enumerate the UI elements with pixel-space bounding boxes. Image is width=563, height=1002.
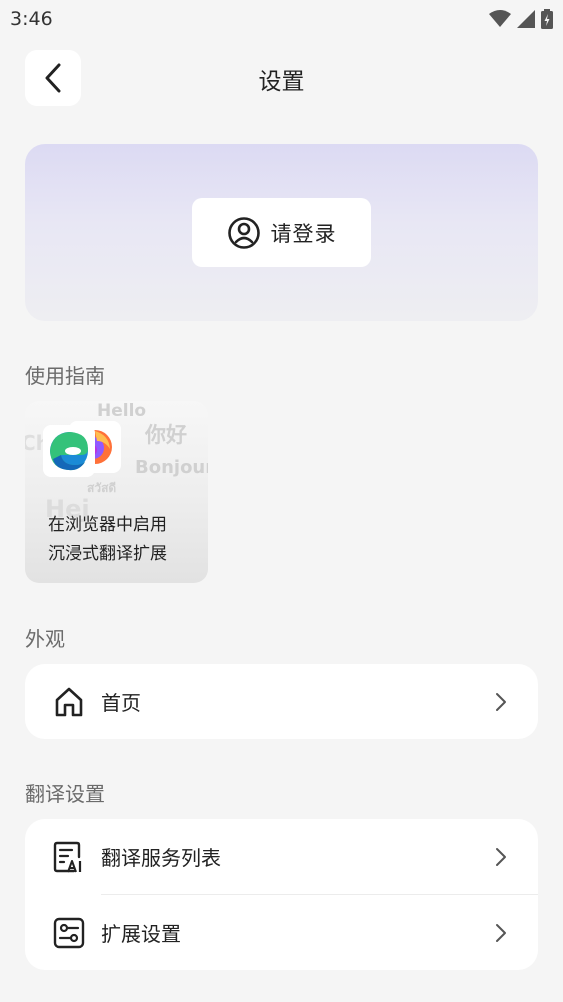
browser-icons: [43, 421, 123, 477]
chevron-right-icon: [496, 847, 506, 866]
wifi-icon: [489, 10, 511, 27]
battery-icon: [541, 9, 553, 29]
login-card: 请登录: [25, 144, 538, 321]
bg-word-hello: Hello: [97, 401, 147, 421]
edge-icon: [43, 425, 95, 477]
section-title-translation: 翻译设置: [25, 782, 105, 806]
guide-text-line2: 沉浸式翻译扩展: [48, 544, 167, 564]
bg-word-thai: สวัสดี: [87, 481, 117, 495]
login-label: 请登录: [270, 221, 337, 246]
ai-document-icon: [52, 840, 86, 874]
guide-text: 在浏览器中启用 沉浸式翻译扩展: [48, 511, 167, 569]
list-item-home[interactable]: 首页: [25, 664, 538, 739]
status-bar: 3:46: [0, 0, 563, 38]
bg-word-bonjour: Bonjour: [135, 457, 208, 478]
list-item-extension-settings[interactable]: 扩展设置: [25, 895, 538, 970]
list-item-translation-services[interactable]: 翻译服务列表: [25, 819, 538, 894]
list-item-label-extension-settings: 扩展设置: [101, 922, 181, 946]
page-title: 设置: [258, 69, 305, 95]
guide-card[interactable]: Hello 你好 Bonjour สวัสดี Hej Ch 在浏览器中启用 沉…: [25, 401, 208, 583]
chevron-right-icon: [496, 923, 506, 942]
list-item-label-translation-services: 翻译服务列表: [101, 846, 221, 870]
section-title-appearance: 外观: [25, 627, 65, 651]
appearance-card: 首页: [25, 664, 538, 739]
bg-word-nihao: 你好: [145, 423, 187, 447]
sliders-icon: [52, 916, 86, 950]
chevron-right-icon: [496, 692, 506, 711]
list-item-label-home: 首页: [101, 691, 141, 715]
signal-icon: [517, 10, 535, 28]
user-circle-icon: [227, 216, 260, 249]
translation-card: 翻译服务列表 扩展设置: [25, 819, 538, 970]
guide-text-line1: 在浏览器中启用: [48, 515, 167, 535]
status-icons: [489, 9, 553, 29]
section-title-guide: 使用指南: [25, 364, 105, 388]
status-time: 3:46: [10, 8, 53, 30]
login-button[interactable]: 请登录: [192, 198, 371, 267]
home-icon: [52, 685, 86, 719]
